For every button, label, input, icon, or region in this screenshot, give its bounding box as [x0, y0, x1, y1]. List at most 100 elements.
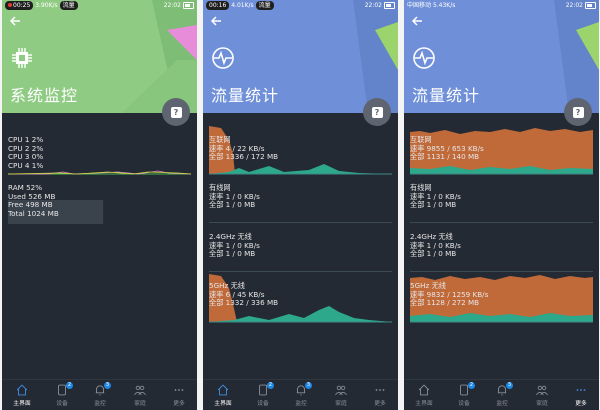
section-divider — [410, 222, 593, 223]
total-text: 全部 1 / 0 MB — [410, 249, 457, 259]
nav-item-bell[interactable]: 3 监控 — [86, 382, 114, 410]
total-text: 全部 1 / 0 MB — [410, 200, 457, 210]
nav-label: 家庭 — [134, 401, 146, 407]
total-text: 全部 1131 / 140 MB — [410, 152, 480, 162]
nav-label: 更多 — [575, 401, 587, 407]
nav-item-home[interactable]: 主界面 — [8, 383, 36, 410]
nav-label: 家庭 — [536, 401, 548, 407]
ram-line: Total 1024 MB — [8, 208, 59, 218]
status-pill: 00:16 — [209, 2, 227, 9]
family-icon — [134, 385, 146, 396]
section-divider — [209, 222, 392, 223]
nav-label: 更多 — [173, 401, 185, 407]
back-arrow-icon[interactable] — [410, 14, 424, 28]
status-time: 22:02 — [364, 2, 382, 9]
wifi24-stats: 2.4GHz 无线 速率 1 / 0 KB/s 全部 1 / 0 MB — [410, 232, 461, 259]
call-badge: 流量 — [255, 1, 274, 10]
status-time: 22:02 — [565, 2, 583, 9]
nav-item-device[interactable]: 2 设备 — [450, 382, 478, 410]
nav-label: 设备 — [257, 401, 269, 407]
bottom-nav: 主界面 2 设备 3 监控 家庭 更多 — [404, 379, 599, 410]
help-button[interactable]: ? — [162, 98, 190, 126]
status-bar: 00:16 4.01K/s 流量 22:02 — [203, 0, 398, 11]
nav-label: 更多 — [374, 401, 386, 407]
internet-stats: 互联网 速率 4 / 22 KB/s 全部 1336 / 172 MB — [209, 135, 279, 162]
phone-screen-system-monitor: 00:25 3.90K/s 流量 22:02 系统监控 ? CPU 1 2% C… — [2, 0, 197, 410]
nav-badge: 3 — [104, 382, 111, 389]
ram-stats: RAM 52% Used 526 MB Free 498 MB Total 10… — [8, 183, 59, 218]
nav-item-device[interactable]: 2 设备 — [48, 382, 76, 410]
help-button[interactable]: ? — [564, 98, 592, 126]
family-icon — [536, 385, 548, 396]
nav-badge: 2 — [267, 382, 274, 389]
nav-label: 监控 — [94, 401, 106, 407]
carrier-name: 中国移动 — [407, 2, 432, 9]
back-arrow-icon[interactable] — [8, 14, 22, 28]
nav-label: 主界面 — [415, 401, 433, 407]
bottom-nav: 主界面 2 设备 3 监控 家庭 更多 — [2, 379, 197, 410]
nav-item-home[interactable]: 主界面 — [410, 383, 438, 410]
nav-label: 监控 — [295, 401, 307, 407]
nav-label: 家庭 — [335, 401, 347, 407]
network-speed: 3.90K/s — [35, 2, 58, 9]
nav-item-bell[interactable]: 3 监控 — [488, 382, 516, 410]
call-badge: 流量 — [59, 1, 78, 10]
battery-icon — [384, 2, 395, 9]
phone-screen-traffic-stats: 00:16 4.01K/s 流量 22:02 流量统计 ? 互联网 速率 4 /… — [203, 0, 398, 410]
internet-stats: 互联网 速率 9855 / 653 KB/s 全部 1131 / 140 MB — [410, 135, 484, 162]
status-bar: 00:25 3.90K/s 流量 22:02 — [2, 0, 197, 11]
home-icon — [217, 384, 229, 396]
help-icon: ? — [170, 106, 182, 118]
status-bar: 中国移动 5.43K/s 22:02 — [404, 0, 599, 11]
nav-item-more[interactable]: 更多 — [366, 383, 394, 410]
nav-item-home[interactable]: 主界面 — [209, 383, 237, 410]
help-icon: ? — [371, 106, 383, 118]
globe-pulse-icon — [413, 47, 435, 69]
battery-icon — [585, 2, 596, 9]
nav-item-bell[interactable]: 3 监控 — [287, 382, 315, 410]
nav-item-family[interactable]: 家庭 — [126, 383, 154, 410]
nav-label: 主界面 — [214, 401, 232, 407]
wired-stats: 有线网 速率 1 / 0 KB/s 全部 1 / 0 MB — [209, 183, 260, 210]
help-icon: ? — [572, 106, 584, 118]
family-icon — [335, 385, 347, 396]
nav-item-family[interactable]: 家庭 — [327, 383, 355, 410]
total-text: 全部 1 / 0 MB — [209, 249, 256, 259]
status-pill: 00:25 — [13, 2, 31, 9]
help-button[interactable]: ? — [363, 98, 391, 126]
chip-icon — [12, 48, 32, 68]
wired-stats: 有线网 速率 1 / 0 KB/s 全部 1 / 0 MB — [410, 183, 461, 210]
total-text: 全部 1128 / 272 MB — [410, 298, 480, 308]
nav-item-device[interactable]: 2 设备 — [249, 382, 277, 410]
bottom-nav: 主界面 2 设备 3 监控 家庭 更多 — [203, 379, 398, 410]
nav-label: 主界面 — [13, 401, 31, 407]
nav-label: 设备 — [56, 401, 68, 407]
home-icon — [16, 384, 28, 396]
total-text: 全部 1 / 0 MB — [209, 200, 256, 210]
nav-item-more[interactable]: 更多 — [165, 383, 193, 410]
nav-label: 监控 — [496, 401, 508, 407]
page-title: 流量统计 — [211, 86, 280, 105]
total-text: 全部 1336 / 172 MB — [209, 152, 279, 162]
page-title: 流量统计 — [412, 86, 481, 105]
page-title: 系统监控 — [10, 86, 79, 105]
nav-item-family[interactable]: 家庭 — [528, 383, 556, 410]
cpu-line: CPU 4 1% — [8, 160, 44, 170]
status-time: 22:02 — [163, 2, 181, 9]
wifi5-stats: 5GHz 无线 速率 9832 / 1259 KB/s 全部 1128 / 27… — [410, 281, 488, 308]
nav-item-more[interactable]: 更多 — [567, 383, 595, 410]
nav-badge: 2 — [66, 382, 73, 389]
more-icon — [375, 389, 385, 391]
more-icon — [174, 389, 184, 391]
globe-pulse-icon — [212, 47, 234, 69]
phone-screen-traffic-stats-active: 中国移动 5.43K/s 22:02 流量统计 ? 互联网 速率 9855 / … — [404, 0, 599, 410]
back-arrow-icon[interactable] — [209, 14, 223, 28]
network-speed: 5.43K/s — [432, 2, 456, 9]
total-text: 全部 1332 / 336 MB — [209, 298, 279, 308]
cpu-stats: CPU 1 2% CPU 2 2% CPU 3 0% CPU 4 1% — [8, 135, 44, 170]
nav-badge: 3 — [305, 382, 312, 389]
home-icon — [418, 384, 430, 396]
nav-label: 设备 — [458, 401, 470, 407]
nav-badge: 3 — [506, 382, 513, 389]
battery-icon — [183, 2, 194, 9]
